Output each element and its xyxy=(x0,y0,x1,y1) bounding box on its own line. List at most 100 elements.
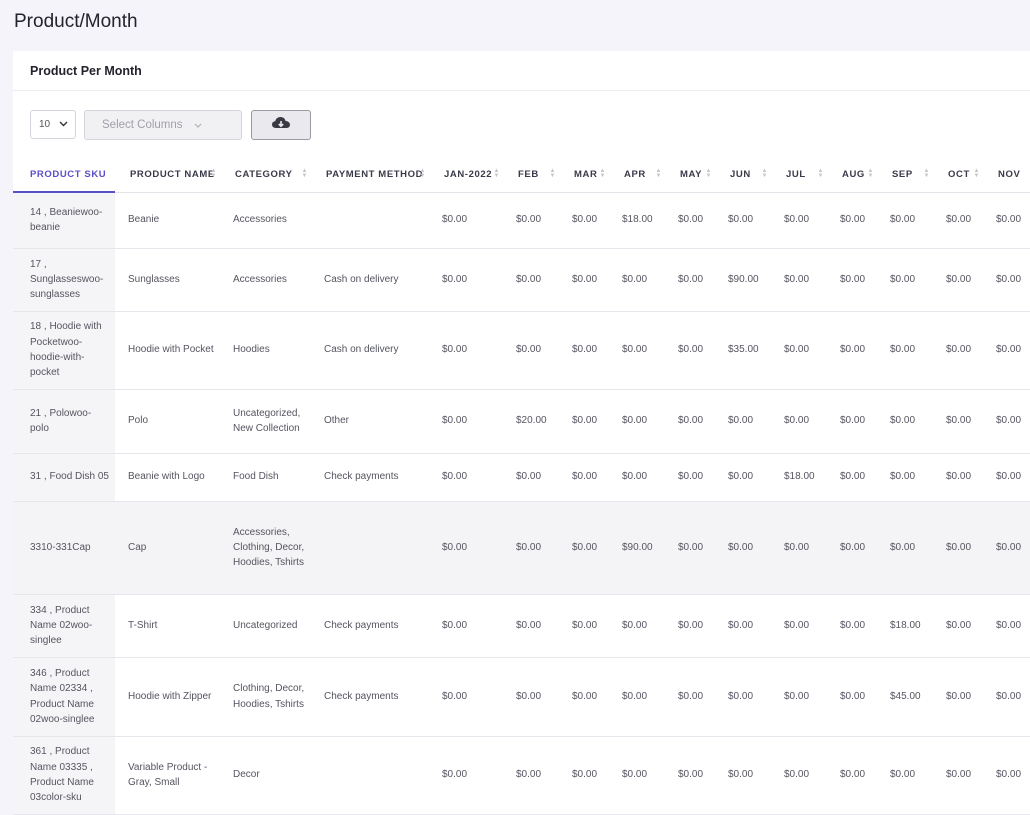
column-header-label: OCT xyxy=(948,168,970,180)
table-cell: Cash on delivery xyxy=(311,311,429,390)
column-header[interactable]: NOV▲▼ xyxy=(983,157,1030,193)
column-header[interactable]: PRODUCT NAME ▲ ▼ xyxy=(115,157,220,193)
table-cell: $0.00 xyxy=(983,657,1030,737)
select-columns-dropdown[interactable]: Select Columns xyxy=(84,110,242,140)
table-cell: $0.00 xyxy=(983,594,1030,658)
table-cell: $0.00 xyxy=(559,192,609,249)
column-header[interactable]: APR ▲ ▼ xyxy=(609,157,665,193)
table-row: 361 , Product Name 03335 , Product Name … xyxy=(13,736,1030,815)
table-cell: $0.00 xyxy=(933,389,983,454)
table-cell: $0.00 xyxy=(771,192,827,249)
table-cell: Check payments xyxy=(311,453,429,502)
table-cell: $35.00 xyxy=(715,311,771,390)
column-header[interactable]: MAR ▲ ▼ xyxy=(559,157,609,193)
sort-icon[interactable]: ▲ ▼ xyxy=(301,168,308,179)
table-row: 346 , Product Name 02334 , Product Name … xyxy=(13,657,1030,737)
table-cell: $0.00 xyxy=(429,594,503,658)
table-cell: Beanie xyxy=(115,192,220,249)
column-header[interactable]: PAYMENT METHOD ▲ ▼ xyxy=(311,157,429,193)
report-card: Product Per Month 10 Select Columns PROD… xyxy=(13,51,1030,815)
table-cell: $0.00 xyxy=(503,736,559,815)
column-header-label: PRODUCT SKU xyxy=(30,168,107,180)
table-cell: $0.00 xyxy=(715,657,771,737)
table-cell: Cap xyxy=(115,501,220,595)
table-cell: $18.00 xyxy=(877,594,933,658)
sort-icon[interactable]: ▲ ▼ xyxy=(493,168,500,179)
table-cell: 31 , Food Dish 05 xyxy=(13,453,115,502)
table-cell: $0.00 xyxy=(983,501,1030,595)
column-header[interactable]: JUN ▲ ▼ xyxy=(715,157,771,193)
sort-icon[interactable]: ▲ ▼ xyxy=(817,168,824,179)
column-header-label: PAYMENT METHOD xyxy=(326,168,424,180)
table-cell xyxy=(311,192,429,249)
table-cell: $0.00 xyxy=(559,501,609,595)
table-cell: $0.00 xyxy=(715,192,771,249)
table-cell: 21 , Polowoo-polo xyxy=(13,389,115,454)
column-header[interactable]: OCT ▲ ▼ xyxy=(933,157,983,193)
sort-icon[interactable]: ▲ ▼ xyxy=(705,168,712,179)
table-cell: Uncategorized xyxy=(220,594,311,658)
column-header-label: MAY xyxy=(680,168,703,180)
table-cell: $0.00 xyxy=(827,453,877,502)
column-header[interactable]: MAY ▲ ▼ xyxy=(665,157,715,193)
table-cell: $0.00 xyxy=(503,594,559,658)
table-cell: $0.00 xyxy=(609,736,665,815)
table-cell: $45.00 xyxy=(877,657,933,737)
table-cell: $0.00 xyxy=(983,248,1030,312)
column-header[interactable]: SEP ▲ ▼ xyxy=(877,157,933,193)
table-cell: $0.00 xyxy=(933,501,983,595)
table-cell: $0.00 xyxy=(877,248,933,312)
table-cell: 14 , Beaniewoo-beanie xyxy=(13,192,115,249)
page-size-select[interactable]: 10 xyxy=(30,110,76,139)
column-header[interactable]: FEB ▲ ▼ xyxy=(503,157,559,193)
sort-icon[interactable]: ▲ ▼ xyxy=(867,168,874,179)
table-cell: $0.00 xyxy=(983,736,1030,815)
table-cell: $0.00 xyxy=(715,453,771,502)
table-cell: $0.00 xyxy=(665,594,715,658)
sort-icon[interactable]: ▲ ▼ xyxy=(655,168,662,179)
sort-icon[interactable]: ▲ ▼ xyxy=(923,168,930,179)
sort-icon[interactable]: ▲ ▼ xyxy=(419,168,426,179)
table-cell: $20.00 xyxy=(503,389,559,454)
download-button[interactable] xyxy=(251,110,311,140)
table-cell: $0.00 xyxy=(877,192,933,249)
table-cell: Variable Product - Gray, Small xyxy=(115,736,220,815)
column-header-label: SEP xyxy=(892,168,913,180)
sort-icon[interactable]: ▲ ▼ xyxy=(761,168,768,179)
table-row: 31 , Food Dish 05 Beanie with Logo Food Di… xyxy=(13,453,1030,502)
table-cell: $0.00 xyxy=(429,248,503,312)
sort-icon[interactable]: ▲ ▼ xyxy=(210,168,217,179)
table-cell: $0.00 xyxy=(827,594,877,658)
table-cell: 361 , Product Name 03335 , Product Name … xyxy=(13,736,115,815)
column-header[interactable]: AUG ▲ ▼ xyxy=(827,157,877,193)
table-cell: $0.00 xyxy=(933,192,983,249)
column-header-label: JUL xyxy=(786,168,806,180)
cloud-download-icon xyxy=(271,115,291,136)
table-row: 17 , Sunglasseswoo-sunglasses Sunglasses A… xyxy=(13,248,1030,312)
product-month-table: PRODUCT SKU PRODUCT NAME ▲ ▼ CATEGORY ▲ ▼ PAYME… xyxy=(13,157,1030,815)
table-cell: $0.00 xyxy=(503,311,559,390)
column-header[interactable]: JUL ▲ ▼ xyxy=(771,157,827,193)
column-header-label: NOV xyxy=(998,168,1021,180)
table-cell: $90.00 xyxy=(715,248,771,312)
table-cell: $0.00 xyxy=(559,389,609,454)
select-columns-placeholder: Select Columns xyxy=(102,119,183,131)
table-cell: $0.00 xyxy=(715,594,771,658)
column-header[interactable]: PRODUCT SKU xyxy=(13,157,115,193)
column-header-label: PRODUCT NAME xyxy=(130,168,215,180)
sort-icon[interactable]: ▲ ▼ xyxy=(973,168,980,179)
sort-icon[interactable]: ▲ ▼ xyxy=(549,168,556,179)
table-cell: $0.00 xyxy=(503,501,559,595)
column-header-label: AUG xyxy=(842,168,865,180)
table-cell: Accessories xyxy=(220,192,311,249)
table-cell: 334 , Product Name 02woo-singlee xyxy=(13,594,115,658)
column-header[interactable]: JAN-2022 ▲ ▼ xyxy=(429,157,503,193)
table-cell: $0.00 xyxy=(771,657,827,737)
table-header-row: PRODUCT SKU PRODUCT NAME ▲ ▼ CATEGORY ▲ ▼ PAYME… xyxy=(13,157,1030,193)
table-cell: $0.00 xyxy=(933,736,983,815)
table-cell: Decor xyxy=(220,736,311,815)
table-cell: $0.00 xyxy=(559,248,609,312)
column-header[interactable]: CATEGORY ▲ ▼ xyxy=(220,157,311,193)
sort-icon[interactable]: ▲ ▼ xyxy=(599,168,606,179)
table-cell: $0.00 xyxy=(827,192,877,249)
